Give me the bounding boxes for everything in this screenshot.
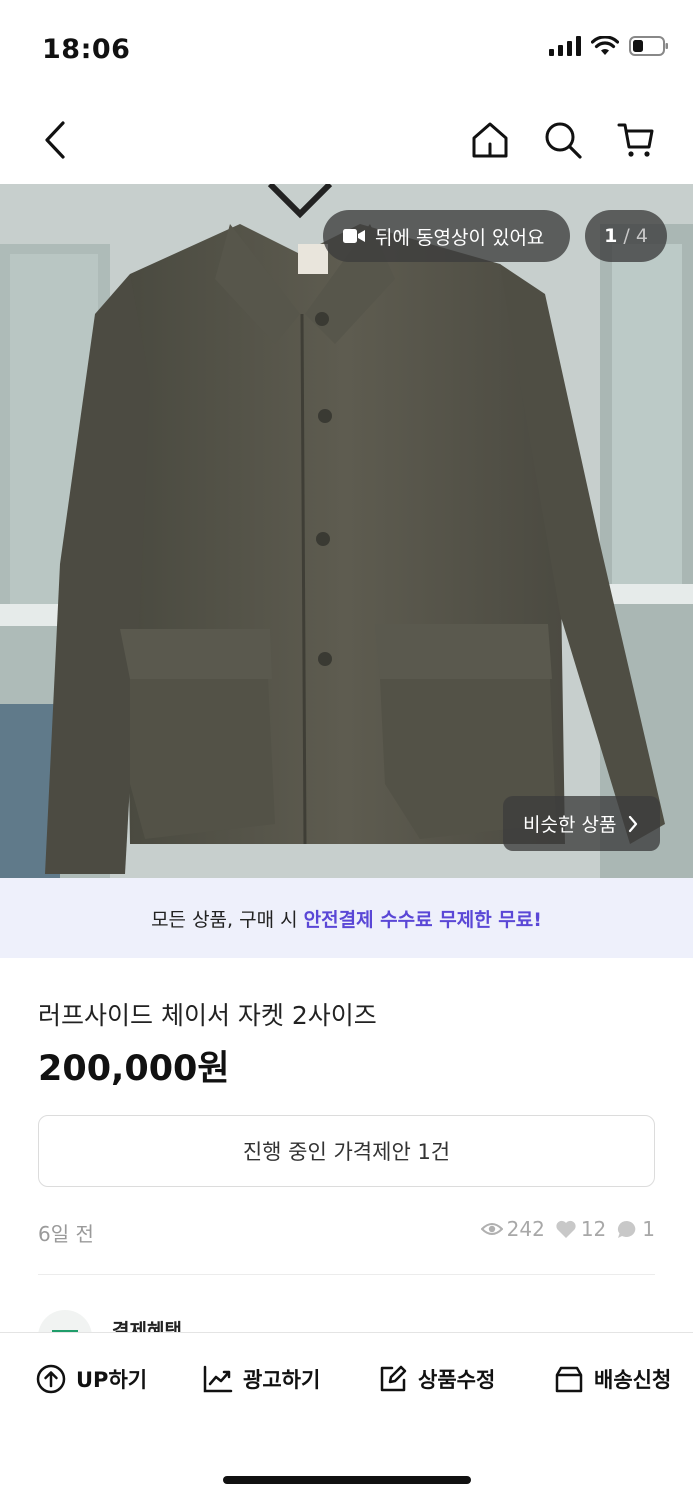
wifi-icon bbox=[591, 36, 619, 55]
promo-highlight: 안전결제 수수료 무제한 무료! bbox=[303, 908, 542, 931]
arrow-up-circle-icon bbox=[36, 1364, 66, 1394]
likes-count: 12 bbox=[580, 1217, 607, 1241]
signal-icon bbox=[549, 36, 581, 56]
page-separator: / bbox=[617, 225, 636, 247]
trend-chart-icon bbox=[203, 1365, 233, 1393]
search-icon bbox=[545, 122, 582, 159]
shipping-request-label: 배송신청 bbox=[594, 1368, 672, 1392]
edit-product-label: 상품수정 bbox=[418, 1368, 496, 1392]
home-indicator bbox=[223, 1476, 471, 1484]
likes-stat: 12 bbox=[555, 1217, 606, 1241]
product-photo bbox=[0, 184, 693, 878]
box-icon bbox=[555, 1366, 583, 1393]
cart-icon bbox=[617, 123, 654, 157]
product-image-carousel[interactable]: 뒤에 동영상이 있어요 1 / 4 비슷한 상품 bbox=[0, 184, 693, 878]
home-button[interactable] bbox=[462, 112, 518, 168]
eye-icon bbox=[480, 1223, 503, 1235]
chevron-left-icon bbox=[45, 121, 65, 159]
up-label: UP하기 bbox=[76, 1368, 148, 1392]
page-current: 1 bbox=[604, 225, 618, 247]
battery-icon bbox=[629, 36, 668, 56]
section-divider bbox=[38, 1274, 655, 1275]
up-button[interactable]: UP하기 bbox=[36, 1364, 147, 1394]
product-price: 200,000원 bbox=[38, 1049, 230, 1089]
video-notice-text: 뒤에 동영상이 있어요 bbox=[375, 226, 545, 249]
cart-button[interactable] bbox=[608, 112, 664, 168]
chats-stat: 1 bbox=[616, 1217, 655, 1241]
edit-icon bbox=[380, 1365, 407, 1392]
status-time: 18:06 bbox=[42, 34, 131, 65]
chats-count: 1 bbox=[642, 1217, 655, 1241]
advertise-button[interactable]: 광고하기 bbox=[203, 1364, 320, 1394]
edit-product-button[interactable]: 상품수정 bbox=[378, 1364, 495, 1394]
similar-products-label: 비슷한 상품 bbox=[523, 814, 617, 836]
search-button[interactable] bbox=[535, 112, 591, 168]
promo-prefix: 모든 상품, 구매 시 bbox=[151, 908, 304, 931]
promo-banner[interactable]: 모든 상품, 구매 시 안전결제 수수료 무제한 무료! bbox=[0, 878, 693, 958]
image-page-indicator: 1 / 4 bbox=[585, 210, 667, 262]
page-total: 4 bbox=[635, 225, 648, 247]
home-icon bbox=[472, 122, 508, 158]
views-stat: 242 bbox=[480, 1217, 545, 1241]
views-count: 242 bbox=[506, 1217, 545, 1241]
shipping-request-button[interactable]: 배송신청 bbox=[554, 1364, 671, 1394]
product-title: 러프사이드 체이서 자켓 2사이즈 bbox=[38, 1001, 377, 1030]
back-button[interactable] bbox=[28, 112, 84, 168]
heart-icon bbox=[556, 1220, 576, 1238]
advertise-label: 광고하기 bbox=[243, 1368, 321, 1392]
price-offer-button[interactable]: 진행 중인 가격제안 1건 bbox=[38, 1115, 655, 1187]
posted-time: 6일 전 bbox=[38, 1222, 94, 1246]
video-camera-icon bbox=[343, 229, 365, 243]
status-icons bbox=[549, 36, 669, 56]
chat-bubble-icon bbox=[618, 1220, 636, 1238]
chevron-right-icon bbox=[629, 815, 638, 832]
video-notice-badge[interactable]: 뒤에 동영상이 있어요 bbox=[323, 210, 571, 262]
product-stats: 242 12 1 bbox=[480, 1217, 655, 1241]
similar-products-button[interactable]: 비슷한 상품 bbox=[503, 796, 661, 851]
